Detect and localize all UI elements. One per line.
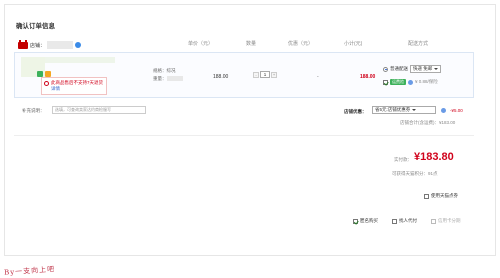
freight-insurance-price: ¥ 0.88/保险 <box>415 79 438 84</box>
proxy-pay-label: 找人代付 <box>399 218 417 223</box>
installment-checkbox[interactable] <box>431 218 436 224</box>
shop-row: 店铺： <box>18 39 82 50</box>
tmall-card-option: 使用天猫点券 <box>424 193 458 199</box>
message-label: 补充说明： <box>22 108 45 113</box>
installment-option: 信用卡分期 <box>431 218 461 224</box>
proxy-pay-checkbox[interactable] <box>392 218 397 224</box>
shop-label: 店铺： <box>30 42 46 49</box>
anonymous-checkbox[interactable] <box>353 218 358 224</box>
column-shipping: 配送方式 <box>408 41 429 47</box>
checkout-options: 匿名购买 找人代付 信用卡分期 <box>353 218 461 224</box>
question-icon[interactable] <box>441 108 446 113</box>
coupon-select[interactable]: 省5元:店铺优惠券 <box>372 106 436 114</box>
anonymous-label: 匿名购买 <box>360 218 378 223</box>
message-row: 补充说明： 选填，可查询卖家达约商检服写 店铺优惠： 省5元:店铺优惠券 -¥5… <box>14 102 474 136</box>
column-discount: 优惠（元） <box>288 41 314 47</box>
shipping-select[interactable]: 快递 免邮 <box>410 65 442 73</box>
freight-insurance-badge: 运费险 <box>390 79 406 85</box>
shipping-radio[interactable] <box>383 66 388 72</box>
proxy-pay-option: 找人代付 <box>392 218 417 224</box>
column-price: 单价（元） <box>188 41 214 47</box>
coupon-amount: -¥5.00 <box>450 108 463 113</box>
question-icon[interactable] <box>408 79 413 85</box>
weight-label: 重量： <box>153 76 167 81</box>
coupon-label: 店铺优惠： <box>344 109 367 114</box>
return-notice-link[interactable]: 详情 <box>51 86 60 91</box>
freight-insurance-checkbox[interactable] <box>383 79 388 85</box>
anonymous-option: 匿名购买 <box>353 218 378 224</box>
shop-name-redacted <box>47 41 74 49</box>
quantity-stepper: - 1 + <box>253 71 277 78</box>
tmall-points: 可获得天猫积分：91点 <box>392 171 438 176</box>
shipping-option-label: 普通配送 <box>390 66 408 71</box>
paid-label: 实付款： <box>394 157 412 162</box>
item-discount: - <box>317 74 319 80</box>
chevron-down-icon <box>412 109 417 111</box>
coupon-select-value: 省5元:店铺优惠券 <box>375 107 411 112</box>
return-notice: 此商品售后不支持7天退货 详情 <box>41 77 107 95</box>
item-subtotal: 188.00 <box>360 74 376 80</box>
order-item-row: 此商品售后不支持7天退货 详情 规格：综况 重量： 188.00 - 1 + -… <box>14 52 474 98</box>
column-quantity: 数量 <box>246 41 257 47</box>
info-icon[interactable] <box>75 42 82 48</box>
product-title-redacted[interactable] <box>45 57 115 63</box>
tmall-logo-icon <box>18 39 28 49</box>
return-notice-text: 此商品售后不支持7天退货 <box>51 80 104 85</box>
shipping-option: 普通配送 快递 免邮 <box>383 65 442 73</box>
page-title: 确认订单信息 <box>16 23 55 30</box>
unit-price: 188.00 <box>213 74 229 80</box>
quantity-input[interactable]: 1 <box>260 71 270 78</box>
warning-icon <box>44 81 49 86</box>
installment-label: 信用卡分期 <box>438 218 461 223</box>
freight-insurance: 运费险 ¥ 0.88/保险 <box>383 79 438 85</box>
tmall-card-checkbox[interactable] <box>424 193 429 199</box>
tmall-card-label: 使用天猫点券 <box>431 193 458 198</box>
shop-total: 店铺合计(含运费)：¥183.00 <box>400 120 456 125</box>
watermark: By一支向上吧 <box>3 265 56 277</box>
message-input[interactable]: 选填，可查询卖家达约商检服写 <box>52 106 146 114</box>
weight-value-redacted <box>166 76 183 82</box>
shipping-select-value: 快递 免邮 <box>413 66 433 71</box>
column-subtotal: 小计(元) <box>344 41 363 47</box>
qty-increase-button[interactable]: + <box>271 71 277 78</box>
qty-decrease-button[interactable]: - <box>253 71 259 78</box>
paid-amount: ¥183.80 <box>414 151 454 163</box>
spec-label: 规格： <box>153 68 167 73</box>
product-spec: 规格：综况 重量： <box>153 67 183 83</box>
chevron-down-icon <box>434 68 439 70</box>
spec-value: 综况 <box>166 68 176 73</box>
